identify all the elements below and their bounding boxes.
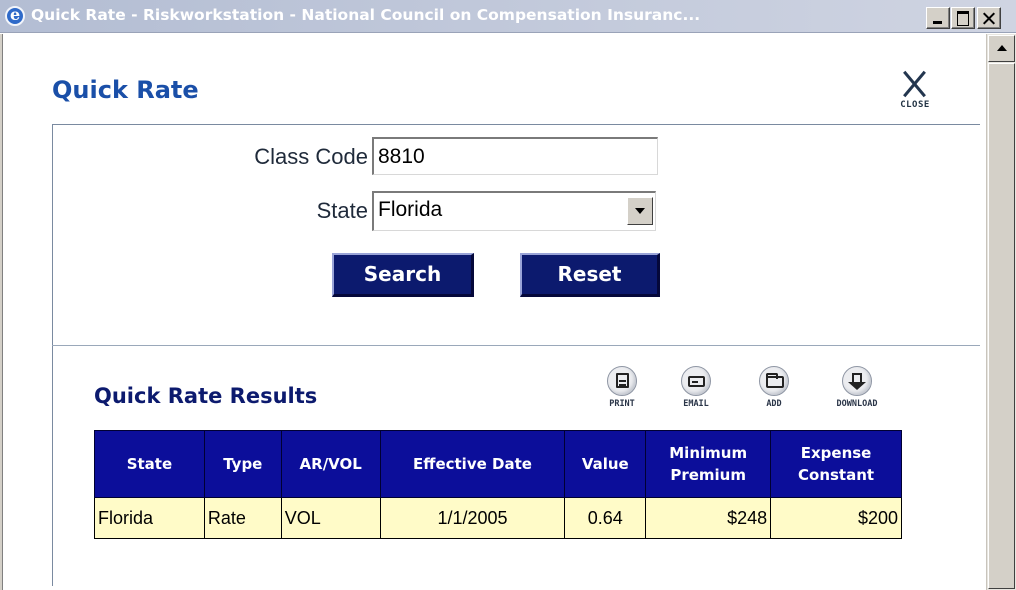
ie-icon: [5, 5, 25, 26]
folder-icon[interactable]: [759, 366, 789, 396]
col-header-type: Type: [203, 430, 282, 498]
scroll-thumb[interactable]: [988, 63, 1015, 589]
state-select[interactable]: Florida: [372, 191, 656, 231]
col-header-arvol: AR/VOL: [280, 430, 381, 498]
class-code-label: Class Code: [254, 144, 368, 169]
vertical-scrollbar[interactable]: [986, 34, 1016, 590]
download-button[interactable]: DOWNLOAD: [828, 366, 886, 409]
minimize-button[interactable]: [926, 7, 950, 29]
cell-arvol: VOL: [280, 497, 381, 539]
col-header-expense-constant-line1: Expense: [800, 444, 872, 462]
col-header-minimum-premium: Minimum Premium: [645, 430, 772, 498]
cell-expense-constant: $200: [770, 497, 902, 539]
add-label[interactable]: ADD: [745, 399, 803, 409]
col-header-minimum-premium-line1: Minimum: [669, 444, 748, 462]
window-close-button[interactable]: [977, 7, 1001, 29]
results-title: Quick Rate Results: [94, 384, 318, 408]
print-button[interactable]: PRINT: [593, 366, 651, 409]
email-label[interactable]: EMAIL: [667, 399, 725, 409]
scroll-up-button[interactable]: [988, 35, 1015, 62]
table-row: Florida Rate VOL 1/1/2005 0.64 $248 $200: [94, 497, 902, 539]
close-label[interactable]: CLOSE: [890, 100, 940, 110]
print-label[interactable]: PRINT: [593, 399, 651, 409]
page-title: Quick Rate: [52, 76, 199, 104]
col-header-expense-constant: Expense Constant: [770, 430, 902, 498]
table-header-row: State Type AR/VOL Effective Date Value M…: [94, 430, 902, 498]
maximize-button[interactable]: [951, 7, 975, 29]
col-header-state: State: [94, 430, 205, 498]
window-title: Quick Rate - Riskworkstation - National …: [31, 6, 701, 24]
close-button[interactable]: CLOSE: [890, 68, 940, 122]
cell-type: Rate: [203, 497, 282, 539]
print-icon[interactable]: [607, 366, 637, 396]
col-header-value: Value: [564, 430, 647, 498]
class-code-input[interactable]: [372, 137, 658, 175]
col-header-effective-date: Effective Date: [379, 430, 566, 498]
section-divider: [52, 345, 980, 346]
cell-minimum-premium: $248: [645, 497, 772, 539]
email-icon[interactable]: [681, 366, 711, 396]
close-icon[interactable]: [901, 68, 929, 98]
state-select-value[interactable]: Florida: [378, 198, 442, 222]
download-label[interactable]: DOWNLOAD: [828, 399, 886, 409]
state-label: State: [316, 198, 368, 223]
reset-button[interactable]: Reset: [520, 253, 660, 297]
dropdown-arrow-icon[interactable]: [627, 197, 653, 225]
window-frame-left: [0, 34, 3, 590]
col-header-expense-constant-line2: Constant: [798, 466, 875, 484]
cell-effective-date: 1/1/2005: [379, 497, 566, 539]
email-button[interactable]: EMAIL: [667, 366, 725, 409]
col-header-minimum-premium-line2: Premium: [670, 466, 746, 484]
cell-state: Florida: [94, 497, 205, 539]
title-bar: Quick Rate - Riskworkstation - National …: [0, 0, 1016, 33]
add-button[interactable]: ADD: [745, 366, 803, 409]
results-table: State Type AR/VOL Effective Date Value M…: [94, 430, 902, 539]
cell-value: 0.64: [564, 497, 647, 539]
search-button[interactable]: Search: [332, 253, 474, 297]
download-icon[interactable]: [842, 366, 872, 396]
